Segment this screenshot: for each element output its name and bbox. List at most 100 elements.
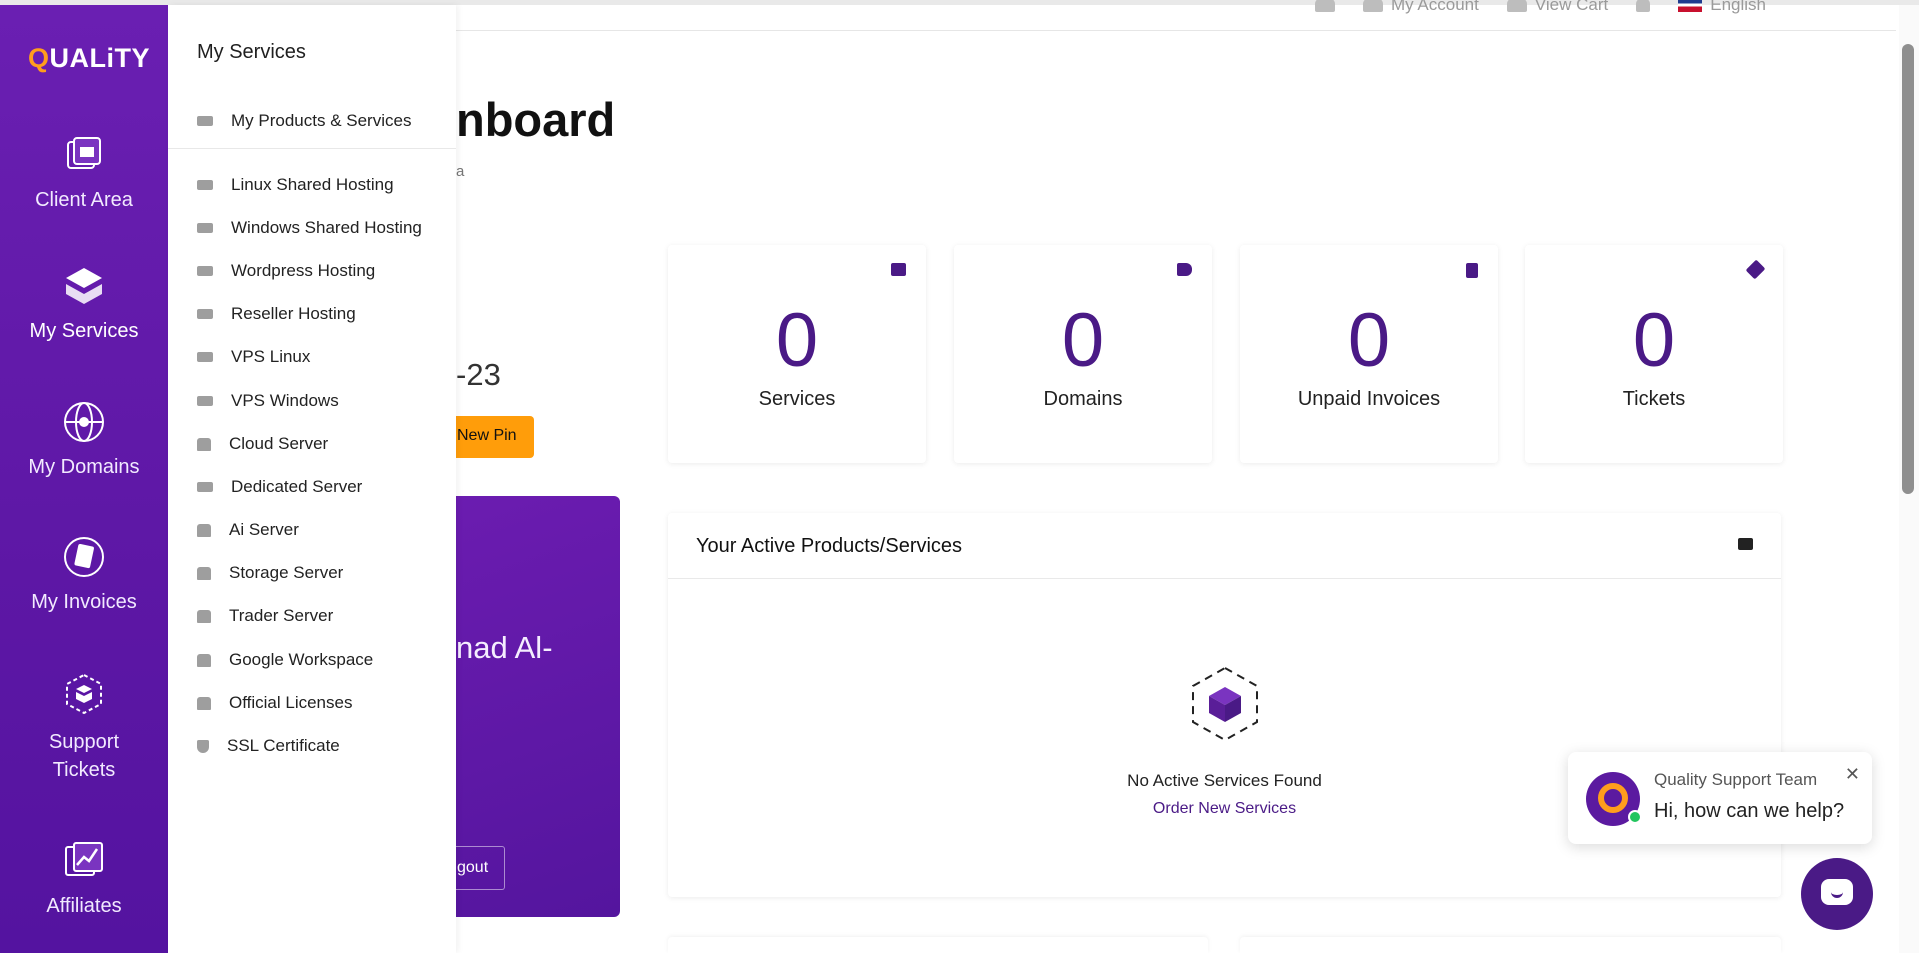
my-services-dropdown: My Services My Products & Services Linux… bbox=[168, 5, 456, 953]
stat-label: Domains bbox=[1043, 388, 1123, 410]
my-account-link[interactable]: My Account bbox=[1362, 0, 1479, 15]
dropdown-item-vps-windows[interactable]: VPS Windows bbox=[197, 391, 339, 411]
logo-text: UALiTY bbox=[49, 43, 151, 73]
q-logo-icon bbox=[1598, 783, 1628, 813]
server-icon bbox=[197, 266, 213, 276]
stat-card-domains[interactable]: 0 Domains bbox=[954, 245, 1212, 463]
dropdown-item-label: Dedicated Server bbox=[231, 477, 363, 496]
uk-flag-icon bbox=[1678, 0, 1703, 12]
dropdown-item-dedicated-server[interactable]: Dedicated Server bbox=[197, 477, 362, 497]
page-subtitle: a bbox=[456, 163, 465, 180]
services-icon bbox=[66, 268, 102, 304]
lock-icon bbox=[197, 609, 211, 623]
online-status-dot bbox=[1628, 810, 1642, 824]
dropdown-item-vps-linux[interactable]: VPS Linux bbox=[197, 347, 310, 367]
dropdown-item-linux-shared[interactable]: Linux Shared Hosting bbox=[197, 175, 394, 195]
scrollbar-thumb[interactable] bbox=[1902, 44, 1914, 494]
view-cart-link[interactable]: View Cart bbox=[1506, 0, 1609, 15]
top-navbar-items: My Account View Cart English bbox=[1314, 0, 1766, 15]
bell-button[interactable] bbox=[1636, 0, 1651, 12]
dropdown-item-label: VPS Linux bbox=[231, 347, 311, 366]
stat-label: Tickets bbox=[1622, 388, 1686, 410]
server-icon bbox=[197, 309, 213, 319]
lock-icon bbox=[197, 696, 211, 710]
sidebar-label-my-domains: My Domains bbox=[28, 456, 140, 478]
lock-icon bbox=[197, 523, 211, 537]
bottom-card-right bbox=[1240, 937, 1781, 953]
stat-card-unpaid-invoices[interactable]: 0 Unpaid Invoices bbox=[1240, 245, 1498, 463]
dropdown-item-reseller[interactable]: Reseller Hosting bbox=[197, 304, 356, 324]
page-title: nboard bbox=[456, 93, 616, 146]
dropdown-item-label: Linux Shared Hosting bbox=[231, 175, 394, 194]
dropdown-item-cloud-server[interactable]: Cloud Server bbox=[197, 434, 328, 454]
bell-icon bbox=[1636, 0, 1651, 12]
client-area-icon bbox=[67, 137, 101, 169]
sidebar-item-my-domains[interactable]: My Domains bbox=[0, 400, 168, 479]
megaphone-icon bbox=[1314, 0, 1335, 12]
shield-icon bbox=[197, 739, 209, 753]
top-navbar: My Account View Cart English bbox=[456, 0, 1896, 31]
dropdown-item-official-licenses[interactable]: Official Licenses bbox=[197, 693, 352, 713]
dropdown-item-label: VPS Windows bbox=[231, 391, 339, 410]
dropdown-item-my-products[interactable]: My Products & Services bbox=[197, 111, 411, 131]
ticket-icon bbox=[66, 673, 102, 715]
lock-icon bbox=[197, 653, 211, 667]
server-icon bbox=[1738, 538, 1753, 550]
panel-header: Your Active Products/Services bbox=[668, 513, 1781, 579]
panel-title: Your Active Products/Services bbox=[696, 535, 963, 557]
chat-icon bbox=[1821, 879, 1853, 905]
server-icon bbox=[891, 263, 906, 276]
dropdown-item-label: Official Licenses bbox=[229, 693, 353, 712]
notifications-link[interactable] bbox=[1314, 0, 1335, 12]
dropdown-item-trader-server[interactable]: Trader Server bbox=[197, 606, 333, 626]
stat-value: 0 bbox=[1061, 298, 1105, 383]
stat-label: Unpaid Invoices bbox=[1297, 388, 1441, 410]
empty-box-icon bbox=[1192, 666, 1258, 742]
lock-icon bbox=[197, 437, 211, 451]
lock-icon bbox=[197, 566, 211, 580]
view-cart-label: View Cart bbox=[1534, 0, 1609, 14]
stat-value: 0 bbox=[775, 298, 819, 383]
tag-icon bbox=[1177, 263, 1192, 276]
logout-button[interactable]: gout bbox=[456, 846, 505, 890]
file-icon bbox=[1466, 263, 1478, 278]
dropdown-item-ai-server[interactable]: Ai Server bbox=[197, 520, 299, 540]
sidebar-item-my-services[interactable]: My Services bbox=[0, 264, 168, 343]
stat-card-services[interactable]: 0 Services bbox=[668, 245, 926, 463]
dropdown-item-label: Windows Shared Hosting bbox=[231, 218, 422, 237]
server-icon bbox=[197, 396, 213, 406]
dropdown-item-label: My Products & Services bbox=[231, 111, 412, 130]
profile-name: nad Al- bbox=[456, 630, 553, 665]
server-icon bbox=[197, 223, 213, 233]
dropdown-item-google-workspace[interactable]: Google Workspace bbox=[197, 650, 373, 670]
server-icon bbox=[197, 180, 213, 190]
ticket-tag-icon bbox=[1745, 259, 1766, 280]
dropdown-item-windows-shared[interactable]: Windows Shared Hosting bbox=[197, 218, 422, 238]
sidebar-item-client-area[interactable]: Client Area bbox=[0, 133, 168, 212]
stat-card-tickets[interactable]: 0 Tickets bbox=[1525, 245, 1783, 463]
dropdown-item-wordpress[interactable]: Wordpress Hosting bbox=[197, 261, 375, 281]
chat-launcher-button[interactable] bbox=[1801, 858, 1873, 930]
dropdown-title: My Services bbox=[197, 41, 306, 63]
chat-close-button[interactable]: ✕ bbox=[1845, 764, 1860, 785]
logo-q: Q bbox=[28, 43, 50, 73]
bottom-card-left bbox=[668, 937, 1208, 953]
chat-greeting-bubble[interactable]: Quality Support Team Hi, how can we help… bbox=[1568, 752, 1872, 844]
dropdown-item-storage-server[interactable]: Storage Server bbox=[197, 563, 343, 583]
dropdown-item-label: SSL Certificate bbox=[227, 736, 340, 755]
pin-number: -23 bbox=[456, 357, 501, 392]
sidebar-label-client-area: Client Area bbox=[35, 189, 133, 211]
sidebar-label-affiliates: Affiliates bbox=[46, 895, 122, 917]
sidebar-item-support-tickets[interactable]: Support Tickets bbox=[0, 672, 168, 784]
dropdown-item-label: Google Workspace bbox=[229, 650, 374, 669]
quality-logo[interactable]: QUALiTY bbox=[28, 43, 150, 74]
dropdown-item-label: Reseller Hosting bbox=[231, 304, 356, 323]
dropdown-item-ssl-certificate[interactable]: SSL Certificate bbox=[197, 736, 340, 756]
new-pin-button[interactable]: New Pin bbox=[456, 416, 534, 458]
language-selector[interactable]: English bbox=[1678, 0, 1766, 15]
server-icon bbox=[197, 352, 213, 362]
sidebar-item-my-invoices[interactable]: My Invoices bbox=[0, 535, 168, 614]
sidebar-label-support-tickets: Support Tickets bbox=[48, 731, 120, 781]
cart-icon bbox=[1506, 0, 1527, 12]
sidebar-item-affiliates[interactable]: Affiliates bbox=[0, 839, 168, 918]
